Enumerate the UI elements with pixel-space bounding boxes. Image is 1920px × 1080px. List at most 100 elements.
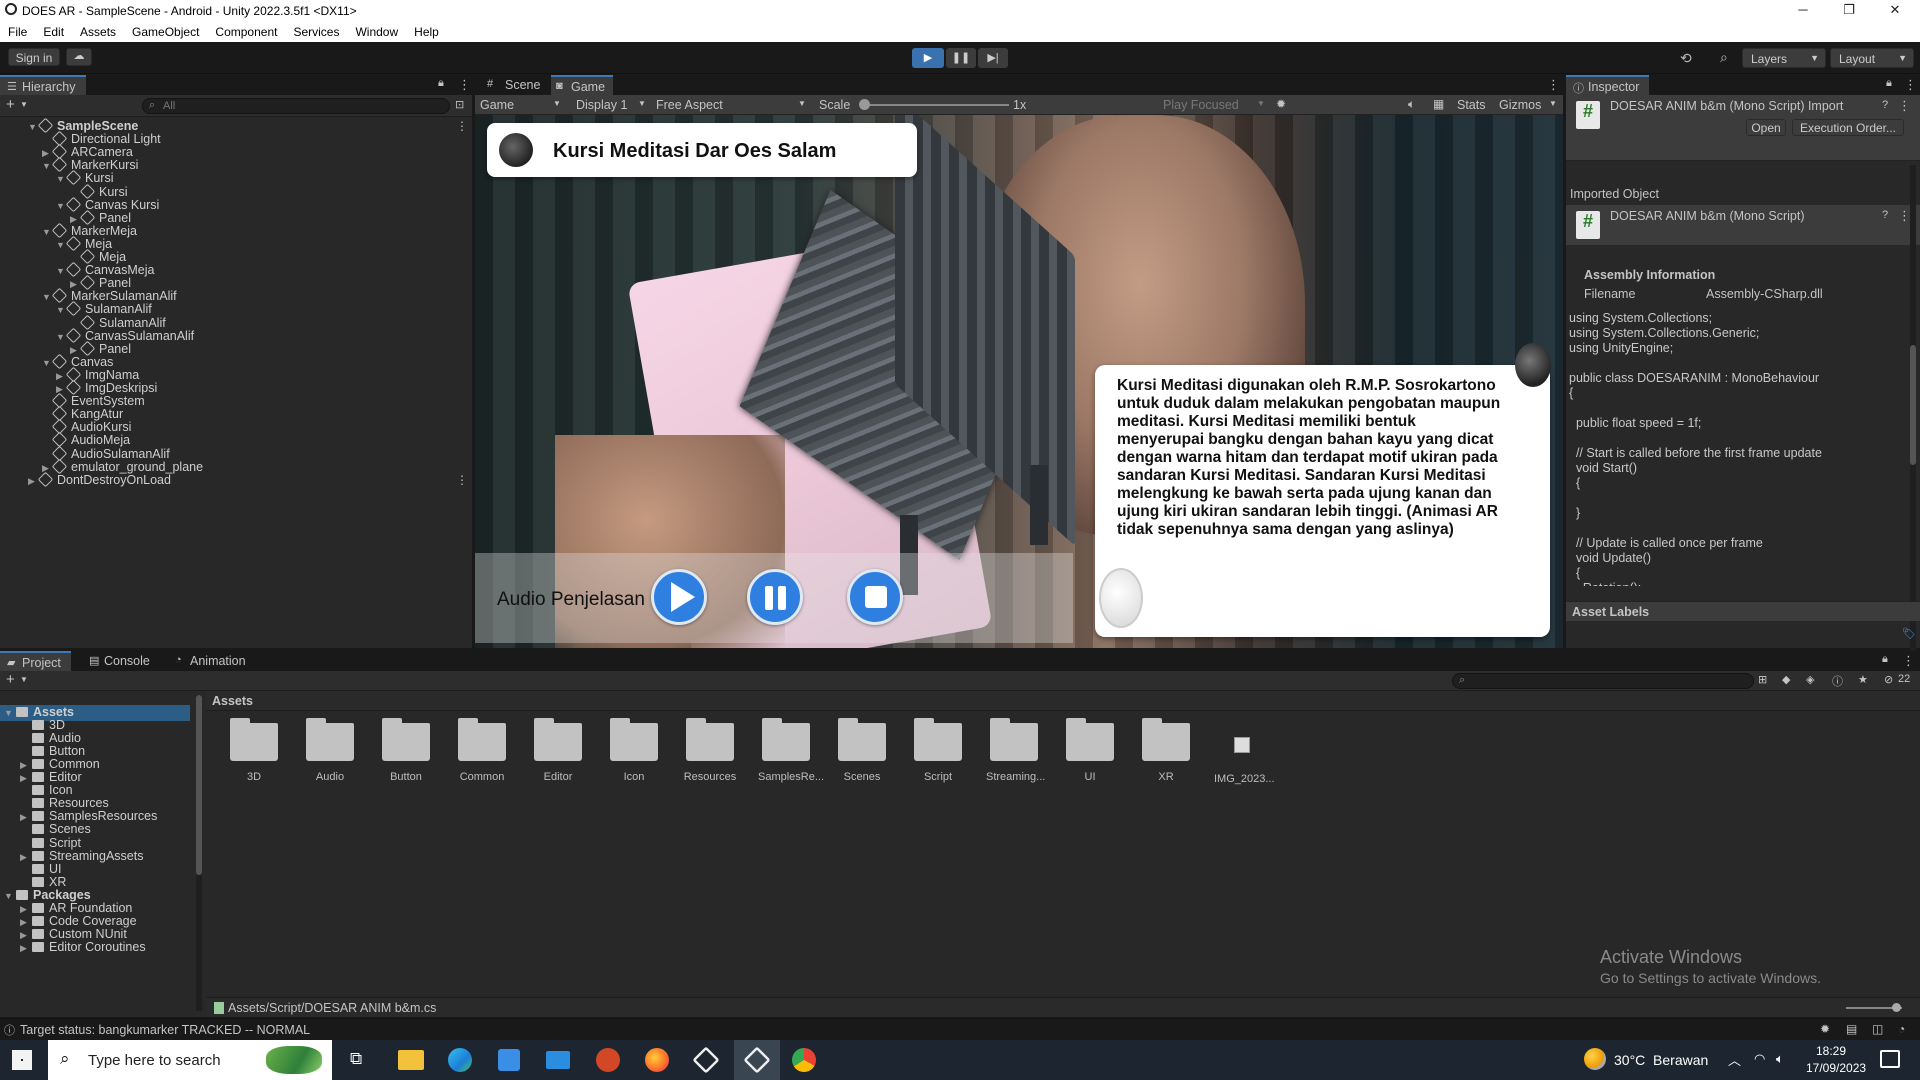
layers-dropdown[interactable]: Layers ▼	[1742, 48, 1826, 68]
expand-arrow-icon[interactable]: ▶	[20, 943, 32, 954]
play-audio-button[interactable]	[651, 569, 707, 625]
tree-folder[interactable]: ▶ Editor Coroutines	[20, 940, 146, 956]
sign-in-button[interactable]: Sign in	[8, 48, 60, 66]
asset-folder[interactable]: Icon	[606, 715, 662, 795]
display-mode-dropdown[interactable]: Game	[480, 98, 514, 112]
taskbar-search-input[interactable]: ⌕ Type here to search	[48, 1040, 332, 1080]
menu-window[interactable]: Window	[347, 21, 406, 42]
help-icon[interactable]: ?	[1882, 209, 1888, 221]
network-icon[interactable]: ◫	[1872, 1022, 1883, 1036]
asset-folder[interactable]: Resources	[682, 715, 738, 795]
tab-inspector[interactable]: ⓘ Inspector	[1566, 75, 1650, 95]
open-button[interactable]: Open	[1746, 119, 1786, 136]
edge-icon[interactable]	[448, 1048, 472, 1072]
play-focused-dropdown[interactable]: Play Focused	[1163, 98, 1239, 112]
asset-folder[interactable]: Editor	[530, 715, 586, 795]
asset-folder[interactable]: Common	[454, 715, 510, 795]
weather-text[interactable]: 30°C Berawan	[1614, 1052, 1708, 1068]
asset-folder[interactable]: Button	[378, 715, 434, 795]
layout-dropdown[interactable]: Layout ▼	[1830, 48, 1914, 68]
more-icon[interactable]: ⋮	[1898, 98, 1911, 114]
store-icon[interactable]	[498, 1049, 520, 1071]
minimize-icon[interactable]: ─	[1788, 2, 1818, 17]
scrollbar[interactable]	[1910, 165, 1916, 665]
breadcrumb-assets[interactable]: Assets	[212, 694, 253, 708]
expand-arrow-icon[interactable]: ▼	[4, 708, 16, 718]
execution-order-button[interactable]: Execution Order...	[1792, 119, 1904, 136]
chevron-down-icon[interactable]: ▼	[20, 100, 28, 109]
menu-edit[interactable]: Edit	[35, 21, 72, 42]
scrollbar-thumb[interactable]	[196, 695, 202, 875]
clock-date[interactable]: 17/09/2023	[1806, 1061, 1866, 1075]
menu-help[interactable]: Help	[406, 21, 447, 42]
unity-hub-icon[interactable]	[692, 1046, 720, 1074]
filter-tag-icon[interactable]: ◈	[1806, 673, 1814, 686]
chrome-icon[interactable]	[792, 1048, 816, 1072]
menu-file[interactable]: File	[0, 21, 35, 42]
hierarchy-item[interactable]: ▶ DontDestroyOnLoad	[28, 471, 171, 489]
status-message[interactable]: Target status: bangkumarker TRACKED -- N…	[20, 1023, 310, 1037]
scrollbar-thumb[interactable]	[1910, 345, 1916, 465]
step-button[interactable]: ▶|	[978, 48, 1008, 68]
expand-arrow-icon[interactable]: ▼	[4, 891, 16, 901]
tab-project[interactable]: ▰ Project	[0, 651, 71, 671]
stats-button[interactable]: Stats	[1457, 98, 1486, 112]
tree-scrollbar[interactable]	[196, 695, 202, 1011]
more-icon[interactable]: ⋮	[1904, 77, 1917, 93]
tab-hierarchy[interactable]: ☰ Hierarchy	[0, 75, 86, 95]
pause-audio-button[interactable]	[747, 569, 803, 625]
tab-console[interactable]: ▤ Console	[82, 651, 160, 671]
scale-slider[interactable]	[859, 99, 1009, 110]
asset-folder[interactable]: SamplesRe...	[758, 715, 824, 795]
display-dropdown[interactable]: Display 1	[576, 98, 627, 112]
asset-folder[interactable]: Script	[910, 715, 966, 795]
add-icon[interactable]: +	[6, 671, 15, 688]
aspect-dropdown[interactable]: Free Aspect	[656, 98, 723, 112]
more-icon[interactable]: ⋮	[1547, 77, 1560, 93]
asset-folder[interactable]: Scenes	[834, 715, 890, 795]
mail-icon[interactable]	[546, 1051, 570, 1069]
menu-assets[interactable]: Assets	[72, 21, 124, 42]
tab-animation[interactable]: ◔ Animation	[168, 651, 256, 671]
task-view-icon[interactable]: ⧉	[350, 1049, 362, 1069]
asset-folder[interactable]: XR	[1138, 715, 1194, 795]
lock-icon[interactable]: 🔒︎	[438, 77, 444, 90]
bug-icon[interactable]: ✹	[1276, 97, 1286, 111]
pause-button[interactable]: ❚❚	[946, 48, 976, 68]
gizmos-button[interactable]: Gizmos	[1499, 98, 1541, 112]
scene-visibility-icon[interactable]: ⊡	[455, 98, 464, 111]
lock-icon[interactable]: 🔒︎	[1882, 653, 1888, 666]
menu-services[interactable]: Services	[285, 21, 347, 42]
menu-gameobject[interactable]: GameObject	[124, 21, 207, 42]
stop-audio-button[interactable]	[847, 569, 903, 625]
search-by-label-icon[interactable]: ◆	[1782, 673, 1790, 686]
tab-scene[interactable]: # Scene	[475, 75, 550, 95]
asset-folder[interactable]: Streaming...	[986, 715, 1045, 795]
label-tag-icon[interactable]: 🏷︎	[1902, 627, 1916, 640]
scale-slider-handle[interactable]	[859, 99, 870, 110]
search-icon[interactable]: ⌕	[1720, 49, 1728, 66]
image-asset[interactable]: IMG_2023...	[1214, 715, 1275, 795]
mute-audio-icon[interactable]: 🔈︎	[1408, 97, 1415, 112]
grid-icon[interactable]: ▦	[1433, 97, 1444, 111]
bug-icon[interactable]: ✹	[1820, 1022, 1830, 1036]
chevron-up-icon[interactable]: ︿	[1728, 1050, 1741, 1069]
project-search-input[interactable]: ⌕	[1452, 673, 1754, 689]
help-icon[interactable]: ?	[1882, 99, 1888, 111]
clock-time[interactable]: 18:29	[1816, 1044, 1846, 1058]
chevron-down-icon[interactable]: ▼	[20, 675, 28, 684]
history-icon[interactable]: ⟲	[1680, 50, 1692, 67]
thumbnail-size-slider[interactable]	[1846, 1003, 1902, 1012]
firefox-icon[interactable]	[645, 1048, 669, 1072]
hidden-packages-icon[interactable]: ⊘	[1884, 673, 1893, 686]
cloud-icon[interactable]: ☁	[66, 48, 92, 66]
asset-folder[interactable]: UI	[1062, 715, 1118, 795]
windows-start-icon[interactable]	[12, 1050, 32, 1070]
asset-folder[interactable]: 3D	[226, 715, 282, 795]
more-icon[interactable]: ⋮	[456, 473, 468, 487]
notifications-icon[interactable]	[1880, 1050, 1900, 1068]
more-icon[interactable]: ⋮	[456, 119, 468, 133]
star-icon[interactable]: ★	[1858, 673, 1868, 686]
progress-icon[interactable]: ◔	[1898, 1022, 1905, 1036]
more-icon[interactable]: ⋮	[1902, 653, 1915, 669]
